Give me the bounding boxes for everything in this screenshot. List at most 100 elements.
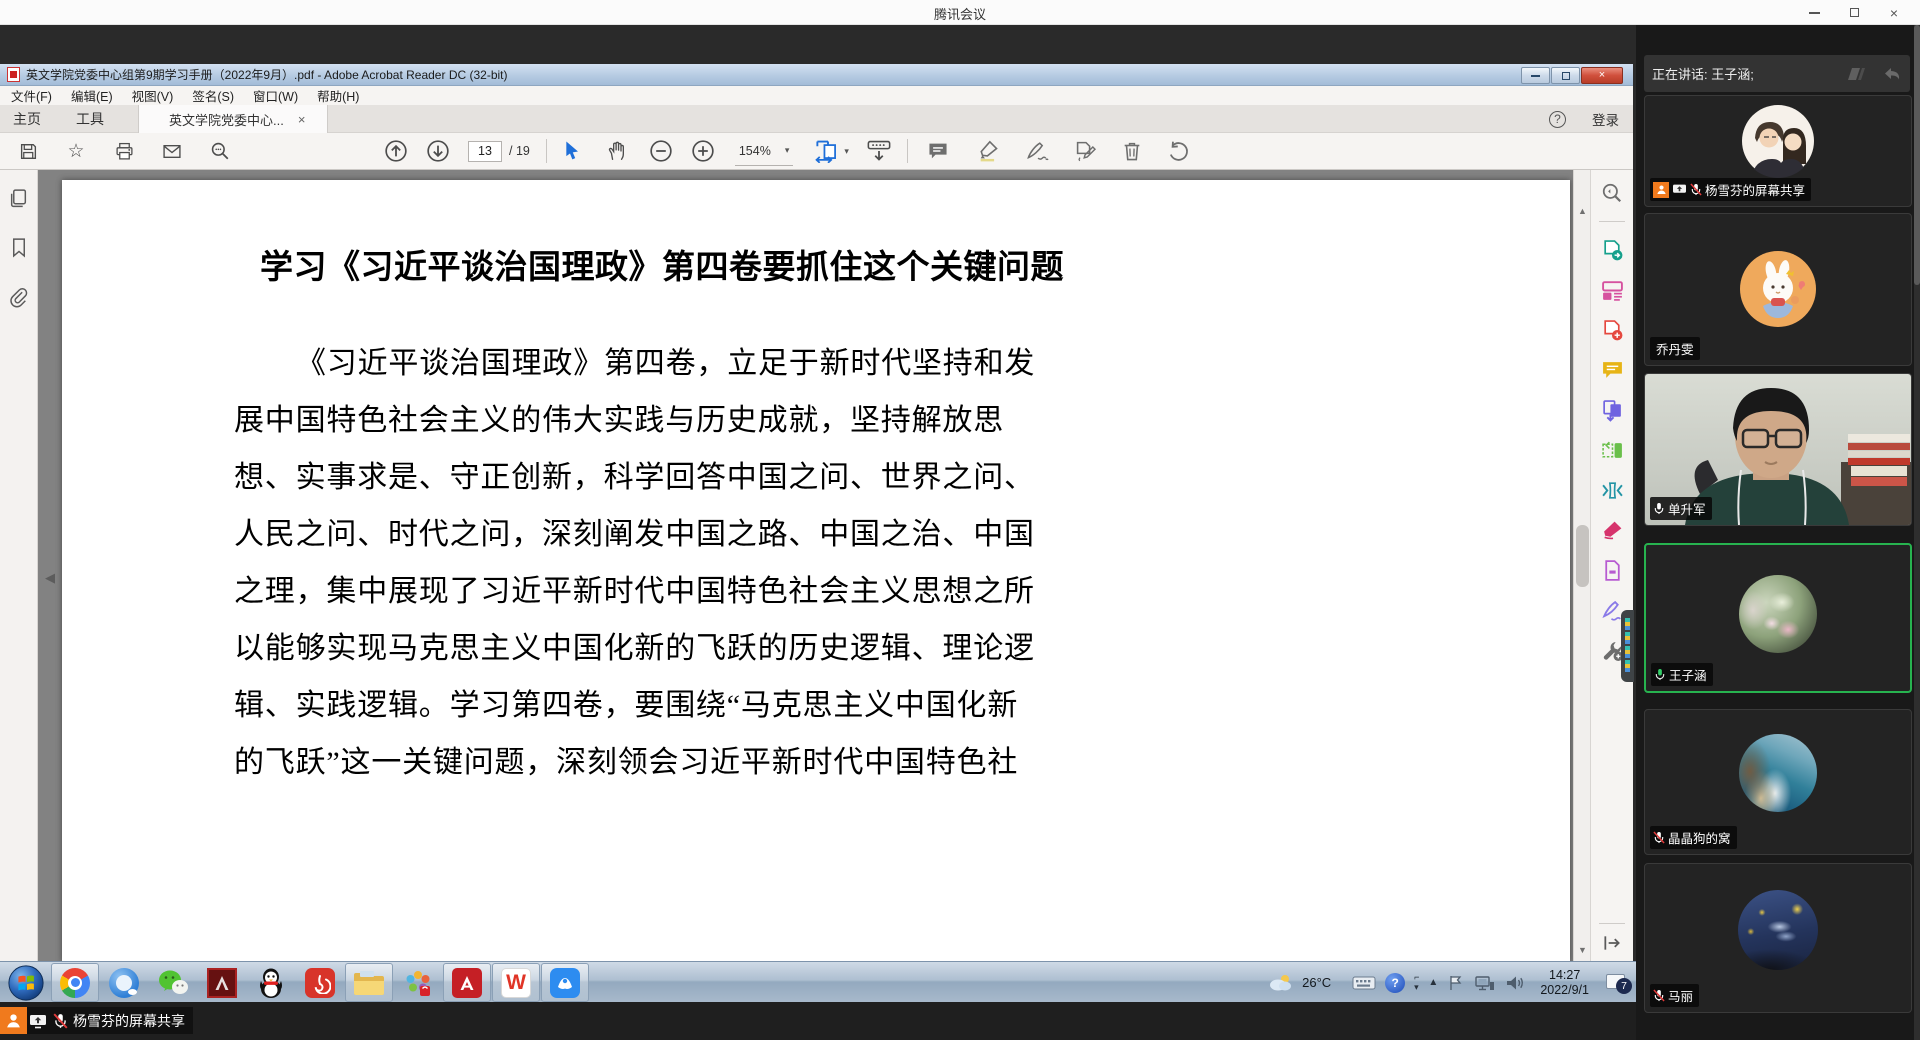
zoom-in-button[interactable] [689, 136, 717, 166]
adobe-acrobat-icon [207, 967, 237, 998]
fit-width-button[interactable]: ▾ [815, 136, 849, 166]
restore-button[interactable] [1834, 0, 1874, 25]
acrobat-minimize-button[interactable] [1521, 67, 1550, 84]
taskbar-tencent-meeting-icon[interactable] [541, 963, 589, 1002]
highlight-button[interactable] [974, 136, 1002, 166]
taskbar-acrobat-dark-icon[interactable] [198, 963, 246, 1002]
sidebar-scrollbar[interactable] [1914, 25, 1920, 1040]
taskbar-qq-icon[interactable] [247, 963, 295, 1002]
tab-document[interactable]: 英文学院党委中心... × [138, 105, 328, 133]
delete-button[interactable] [1118, 136, 1146, 166]
fill-sign-button[interactable] [1024, 136, 1052, 166]
sign-in-button[interactable]: 登录 [1592, 109, 1619, 129]
participant-label: 乔丹雯 [1650, 337, 1700, 360]
menu-edit[interactable]: 编辑(E) [68, 85, 116, 106]
vertical-scrollbar[interactable]: ▲ ▼ [1573, 170, 1590, 962]
input-method-icon[interactable]: ? [1385, 972, 1406, 993]
participant-label: 单升军 [1650, 497, 1712, 520]
minimize-button[interactable] [1794, 0, 1834, 25]
show-hidden-icons-button[interactable]: ▲ [1428, 977, 1438, 988]
collapse-left-pane-arrow[interactable]: ◀ [45, 570, 55, 586]
previous-page-button[interactable] [382, 136, 410, 166]
menu-file[interactable]: 文件(F) [8, 85, 55, 106]
menu-help[interactable]: 帮助(H) [314, 85, 362, 106]
document-line: 想、实事求是、守正创新，科学回答中国之问、世界之问、 [234, 461, 1035, 494]
tab-tools[interactable]: 工具 [76, 105, 104, 133]
search-tools-icon[interactable] [1601, 182, 1623, 204]
keyboard-icon[interactable] [1352, 975, 1376, 991]
email-button[interactable] [158, 136, 186, 166]
save-button[interactable] [14, 136, 42, 166]
redact-tool-icon[interactable] [1601, 519, 1624, 542]
start-button[interactable] [2, 963, 50, 1002]
participant-tile-mali[interactable]: 马丽 [1644, 863, 1912, 1013]
participant-tile-jingjinggou[interactable]: 晶晶狗的窝 [1644, 709, 1912, 855]
scrollbar-thumb[interactable] [1576, 525, 1589, 587]
toolbar-options-button[interactable] [865, 136, 893, 166]
comment-tool-icon[interactable] [1601, 359, 1624, 382]
taskbar-chrome-icon[interactable] [51, 963, 99, 1002]
taskbar-adobe-reader-icon[interactable] [443, 963, 491, 1002]
page-number-input[interactable] [468, 140, 502, 162]
layout-switch-icon[interactable] [1846, 66, 1876, 82]
tab-home[interactable]: 主页 [13, 105, 41, 133]
zoom-out-button[interactable] [647, 136, 675, 166]
network-icon[interactable] [1474, 974, 1496, 992]
close-button[interactable]: × [1874, 0, 1914, 25]
compress-pdf-tool-icon[interactable] [1601, 479, 1624, 502]
taskbar-qq-browser-icon[interactable] [100, 963, 148, 1002]
scroll-up-icon[interactable]: ▲ [1574, 202, 1590, 219]
tab-close-icon[interactable]: × [298, 112, 306, 127]
acrobat-close-button[interactable]: × [1581, 67, 1623, 84]
zoom-level-dropdown[interactable]: 154% ▾ [734, 136, 794, 166]
sidebar-scrollbar-thumb[interactable] [1914, 25, 1920, 285]
participant-tile-shanshengjun[interactable]: 单升军 [1644, 373, 1912, 526]
taskbar-netease-music-icon[interactable] [296, 963, 344, 1002]
participant-tile-yangxuefen[interactable]: 杨雪芬的屏幕共享 [1644, 95, 1912, 207]
export-pdf-tool-icon[interactable] [1601, 239, 1624, 262]
taskbar-app-launcher-icon[interactable] [394, 963, 442, 1002]
volume-icon[interactable] [1505, 974, 1525, 992]
taskbar-wps-icon[interactable]: W [492, 963, 540, 1002]
next-page-button[interactable] [424, 136, 452, 166]
fit-width-icon [815, 140, 837, 163]
convert-export-button[interactable] [1072, 136, 1100, 166]
favorite-button[interactable]: ☆ [62, 136, 90, 166]
acrobat-restore-button[interactable] [1551, 67, 1580, 84]
search-button[interactable] [206, 136, 234, 166]
page-thumbnails-icon[interactable] [8, 188, 29, 209]
adobe-reader-icon [452, 967, 482, 998]
create-pdf-tool-icon[interactable] [1601, 319, 1624, 342]
menu-view[interactable]: 视图(V) [129, 85, 177, 106]
action-center-flag-icon[interactable] [1447, 974, 1465, 992]
back-to-main-icon[interactable] [1882, 66, 1902, 82]
help-icon[interactable]: ? [1549, 110, 1566, 128]
menu-window[interactable]: 窗口(W) [250, 85, 301, 106]
organize-pages-tool-icon[interactable] [1601, 439, 1624, 462]
clock[interactable]: 14:27 2022/9/1 [1540, 968, 1589, 998]
avatar-couple [1742, 105, 1814, 178]
select-tool-button[interactable] [559, 136, 587, 166]
edit-pdf-tool-icon[interactable] [1601, 279, 1624, 302]
menu-sign[interactable]: 签名(S) [189, 85, 237, 106]
avatar-flowers [1739, 575, 1817, 653]
taskbar-file-explorer-icon[interactable] [345, 963, 393, 1002]
attachments-icon[interactable] [8, 286, 29, 308]
expand-panel-icon[interactable] [1602, 934, 1622, 952]
comment-button[interactable] [924, 136, 952, 166]
weather-icon[interactable] [1267, 973, 1293, 993]
tools-panel-handle[interactable] [1621, 610, 1634, 682]
scroll-down-icon[interactable]: ▼ [1574, 941, 1590, 958]
notification-tray-icon[interactable]: 7 [1606, 972, 1632, 994]
participant-tile-wangzihan[interactable]: 王子涵 [1644, 543, 1912, 693]
taskbar-wechat-icon[interactable] [149, 963, 197, 1002]
bookmarks-icon[interactable] [9, 237, 29, 258]
participant-tile-qiaodanwen[interactable]: 乔丹雯 [1644, 213, 1912, 366]
ime-mini-icon[interactable]: ⌐ ▾ [1414, 972, 1419, 993]
combine-files-tool-icon[interactable] [1601, 399, 1624, 422]
weather-temperature[interactable]: 26°C [1302, 975, 1331, 990]
protect-pdf-tool-icon[interactable] [1601, 559, 1624, 582]
hand-tool-button[interactable] [603, 136, 631, 166]
print-button[interactable] [110, 136, 138, 166]
undo-button[interactable] [1164, 136, 1192, 166]
